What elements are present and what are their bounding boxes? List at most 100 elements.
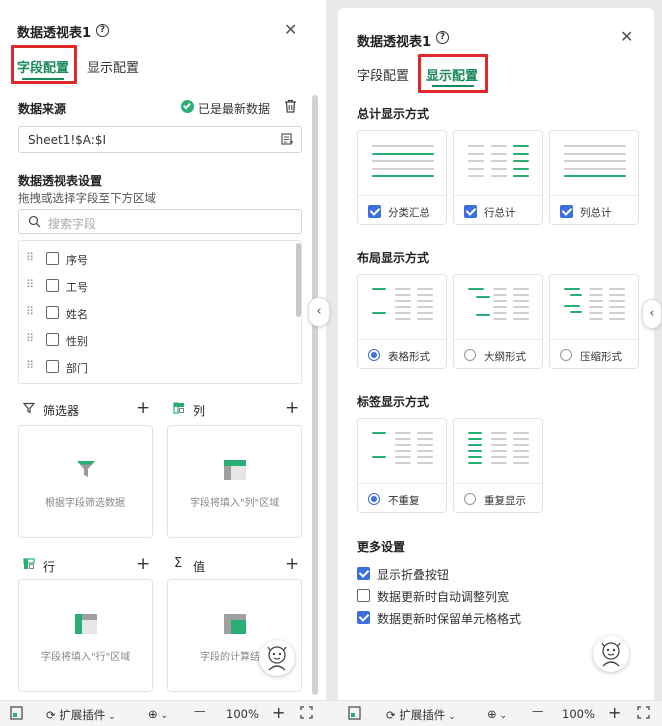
field-checkbox[interactable] — [46, 360, 59, 373]
field-checkbox[interactable] — [46, 333, 59, 346]
plugins-button[interactable]: ⟳ 扩展插件 ⌄ — [46, 707, 116, 723]
field-label: 序号 — [66, 254, 88, 267]
help-icon[interactable]: ? — [96, 24, 109, 37]
totals-option-card[interactable]: 列总计 — [549, 130, 639, 225]
drag-handle-icon[interactable]: ⠿ — [26, 305, 34, 318]
layout-option-card[interactable]: 压缩形式 — [549, 274, 639, 369]
trash-icon[interactable] — [284, 99, 297, 116]
close-icon[interactable]: ✕ — [620, 29, 633, 45]
add-filter-button[interactable]: + — [136, 398, 150, 418]
field-item[interactable]: ⠿ 序号 — [20, 248, 290, 270]
sheet-icon[interactable] — [348, 706, 361, 723]
tab-field-config[interactable]: 字段配置 — [357, 65, 409, 84]
table-column-icon — [223, 459, 247, 484]
field-checkbox[interactable] — [46, 252, 59, 265]
search-icon — [28, 215, 41, 231]
labels-radio[interactable] — [464, 493, 476, 505]
layout-option-card[interactable]: 大纲形式 — [453, 274, 543, 369]
column-zone-hint: 字段将填入"列"区域 — [190, 498, 280, 509]
plugins-label: 扩展插件 — [399, 708, 446, 722]
labels-option-card[interactable]: 不重复 — [357, 418, 447, 513]
totals-option-label: 行总计 — [484, 207, 516, 219]
zoom-level: 100% — [226, 707, 259, 721]
labels-option-label: 不重复 — [388, 495, 420, 507]
panel-scrollbar[interactable] — [312, 95, 318, 695]
layout-radio[interactable] — [560, 349, 572, 361]
totals-checkbox[interactable] — [464, 205, 477, 218]
source-range-input[interactable]: Sheet1!$A:$I — [18, 126, 302, 153]
zoom-out-button[interactable]: — — [532, 704, 544, 718]
add-column-button[interactable]: + — [285, 398, 299, 418]
labels-option-label: 重复显示 — [484, 495, 526, 507]
layout-toggle[interactable]: ⊕ ⌄ — [148, 707, 168, 721]
field-label: 性别 — [66, 335, 88, 348]
filter-zone-hint: 根据字段筛选数据 — [45, 498, 125, 509]
check-circle-icon — [181, 100, 194, 113]
more-setting-item[interactable]: 数据更新时保留单元格格式 — [357, 609, 627, 627]
zoom-in-button[interactable]: + — [608, 703, 621, 722]
select-range-icon[interactable] — [281, 133, 294, 149]
drag-handle-icon[interactable]: ⠿ — [26, 359, 34, 372]
filter-icon — [22, 402, 36, 417]
collapse-panel-button-right[interactable]: ‹ — [642, 299, 662, 329]
field-item[interactable]: ⠿ 工号 — [20, 275, 290, 297]
zoom-level: 100% — [562, 707, 595, 721]
layout-radio[interactable] — [464, 349, 476, 361]
labels-option-card[interactable]: 重复显示 — [453, 418, 543, 513]
more-setting-item[interactable]: 数据更新时自动调整列宽 — [357, 587, 627, 605]
more-setting-item[interactable]: 显示折叠按钮 — [357, 565, 627, 583]
layout-title: 布局显示方式 — [357, 251, 430, 265]
plugins-button[interactable]: ⟳ 扩展插件 ⌄ — [386, 707, 456, 723]
totals-checkbox[interactable] — [368, 205, 381, 218]
chevron-down-icon: ⌄ — [445, 712, 456, 722]
tab-display-config[interactable]: 显示配置 — [426, 65, 478, 84]
assistant-avatar[interactable] — [259, 640, 295, 676]
drag-handle-icon[interactable]: ⠿ — [26, 251, 34, 264]
close-icon[interactable]: ✕ — [284, 22, 297, 38]
zoom-out-button[interactable]: — — [194, 704, 206, 718]
row-zone-label: 行 — [43, 560, 56, 574]
help-icon[interactable]: ? — [436, 31, 449, 44]
add-row-button[interactable]: + — [136, 554, 150, 574]
column-drop-zone[interactable]: 字段将填入"列"区域 — [167, 425, 302, 538]
field-search-input[interactable]: 搜索字段 — [18, 209, 302, 234]
add-value-button[interactable]: + — [285, 554, 299, 574]
drag-handle-icon[interactable]: ⠿ — [26, 278, 34, 291]
data-source-label: 数据来源 — [18, 102, 67, 116]
layout-toggle[interactable]: ⊕ ⌄ — [487, 707, 507, 721]
value-zone-label: 值 — [193, 560, 206, 574]
totals-checkbox[interactable] — [560, 205, 573, 218]
totals-option-card[interactable]: 分类汇总 — [357, 130, 447, 225]
more-settings-title: 更多设置 — [357, 540, 406, 554]
totals-option-card[interactable]: 行总计 — [453, 130, 543, 225]
field-item[interactable]: ⠿ 姓名 — [20, 302, 290, 324]
assistant-avatar[interactable] — [593, 636, 629, 672]
zoom-in-button[interactable]: + — [272, 703, 285, 722]
labels-radio[interactable] — [368, 493, 380, 505]
chevron-down-icon: ⌄ — [157, 711, 169, 721]
field-item[interactable]: ⠿ 性别 — [20, 329, 290, 351]
field-checkbox[interactable] — [46, 306, 59, 319]
fullscreen-icon[interactable] — [637, 706, 650, 722]
tab-display-config[interactable]: 显示配置 — [87, 57, 139, 76]
funnel-icon — [75, 458, 97, 483]
layout-radio[interactable] — [368, 349, 380, 361]
collapse-panel-button-left[interactable]: ‹ — [308, 297, 330, 327]
more-setting-checkbox[interactable] — [357, 567, 370, 580]
row-zone-hint: 字段将填入"行"区域 — [41, 652, 131, 663]
layout-option-card[interactable]: 表格形式 — [357, 274, 447, 369]
source-range-value: Sheet1!$A:$I — [28, 133, 106, 147]
field-checkbox[interactable] — [46, 279, 59, 292]
more-setting-checkbox[interactable] — [357, 589, 370, 602]
row-drop-zone[interactable]: 字段将填入"行"区域 — [18, 579, 153, 692]
more-setting-checkbox[interactable] — [357, 611, 370, 624]
field-list-scrollbar[interactable] — [296, 243, 301, 317]
filter-drop-zone[interactable]: 根据字段筛选数据 — [18, 425, 153, 538]
fullscreen-icon[interactable] — [300, 706, 313, 722]
drag-handle-icon[interactable]: ⠿ — [26, 332, 34, 345]
table-row-icon — [74, 613, 98, 638]
panel-title: 数据透视表1 — [17, 26, 92, 41]
field-item[interactable]: ⠿ 部门 — [20, 356, 290, 378]
tab-field-config[interactable]: 字段配置 — [17, 57, 69, 76]
sheet-icon[interactable] — [10, 706, 23, 723]
